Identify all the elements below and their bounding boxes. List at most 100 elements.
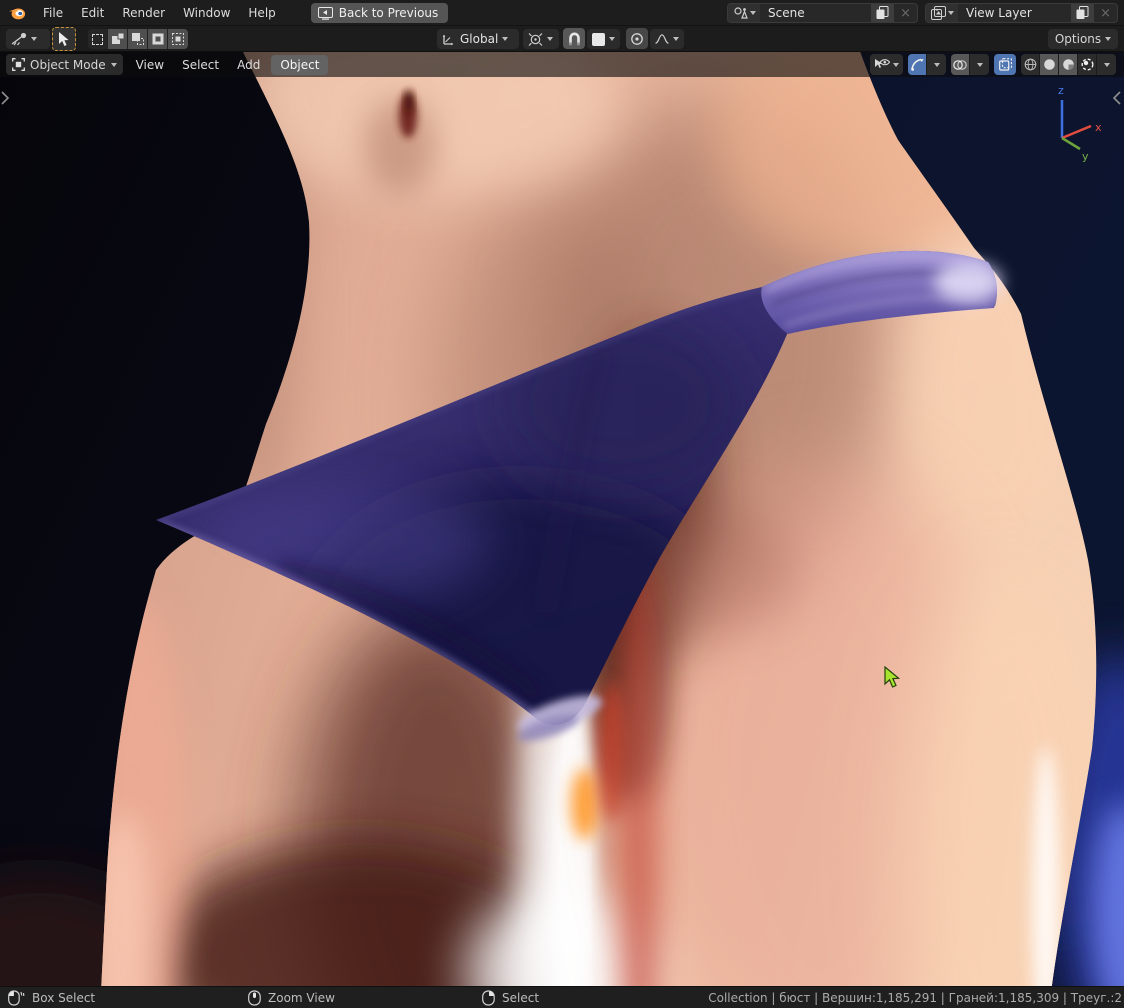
chevron-down-icon: [547, 37, 553, 41]
select-intersect-icon: [172, 33, 184, 45]
scene-name[interactable]: Scene: [760, 4, 871, 22]
gizmo-dropdown[interactable]: [927, 54, 946, 75]
mode-selector-button[interactable]: Object Mode: [6, 54, 123, 75]
scene-new-button[interactable]: [871, 4, 895, 22]
duplicate-icon: [876, 6, 889, 19]
menu-view[interactable]: View: [127, 53, 173, 77]
menu-help[interactable]: Help: [239, 1, 284, 26]
editor-3d-viewport-icon: [11, 32, 27, 46]
menu-file[interactable]: File: [34, 1, 72, 26]
select-mode-extend-button[interactable]: [108, 29, 128, 49]
scene-browse-segment[interactable]: [728, 4, 760, 22]
viewport-3d[interactable]: z x y Object Mode View Select Add Object: [0, 52, 1124, 986]
overlays-icon: [953, 59, 967, 70]
snap-toggle-button[interactable]: [563, 28, 585, 49]
tool-settings-bar: Global Options: [0, 26, 1124, 52]
select-mode-subtract-button[interactable]: [128, 29, 148, 49]
hint-select: Select: [482, 987, 539, 1008]
back-to-previous-label: Back to Previous: [338, 6, 439, 20]
shading-wireframe-button[interactable]: [1021, 54, 1040, 75]
view-layer-browse-segment[interactable]: [926, 4, 958, 22]
chevron-down-icon: [673, 37, 679, 41]
menu-add[interactable]: Add: [228, 53, 269, 77]
proportional-editing-toggle[interactable]: [626, 28, 648, 49]
snap-increment-icon: [592, 32, 605, 46]
view-layer-icon: [931, 6, 946, 20]
select-mode-intersect-button[interactable]: [168, 29, 188, 49]
select-mode-set-button[interactable]: [88, 29, 108, 49]
chevron-down-icon: [933, 62, 940, 67]
overlays-group: [951, 54, 989, 75]
scene-icon: [734, 7, 748, 19]
menu-render[interactable]: Render: [113, 1, 174, 26]
menu-edit[interactable]: Edit: [72, 1, 113, 26]
select-set-icon: [92, 33, 103, 45]
snap-target-button[interactable]: [587, 29, 620, 49]
object-type-visibility-button[interactable]: [870, 54, 903, 75]
axis-y-label: y: [1082, 150, 1089, 163]
chevron-down-icon: [976, 62, 983, 67]
scene-statistics: Collection | бюст | Вершин:1,185,291 | Г…: [708, 990, 1122, 1005]
cursor-select-icon: [59, 31, 69, 46]
show-gizmo-toggle[interactable]: [908, 54, 927, 75]
shading-rendered-button[interactable]: [1078, 54, 1097, 75]
transform-orientation-value: Global: [460, 32, 499, 46]
overlays-dropdown[interactable]: [970, 54, 989, 75]
options-button[interactable]: Options: [1048, 29, 1118, 49]
scene-unlink-button[interactable]: ×: [894, 4, 917, 22]
xray-wrap: [994, 54, 1016, 75]
shading-solid-button[interactable]: [1040, 54, 1059, 75]
menu-select[interactable]: Select: [173, 53, 228, 77]
show-overlays-toggle[interactable]: [951, 54, 970, 75]
select-extend-icon: [111, 33, 124, 44]
view-layer-selector[interactable]: View Layer ×: [925, 3, 1118, 23]
chevron-down-icon: [1105, 37, 1112, 41]
mouse-right-icon: [482, 989, 495, 1006]
view-layer-new-button[interactable]: [1071, 4, 1095, 22]
chevron-down-icon: [893, 62, 899, 67]
hint-label: Select: [502, 990, 540, 1005]
mouse-middle-icon: [248, 989, 261, 1006]
shading-solid-icon: [1043, 59, 1055, 70]
pivot-point-icon: [528, 32, 543, 46]
scene-selector[interactable]: Scene ×: [727, 3, 918, 23]
proportional-falloff-button[interactable]: [650, 29, 684, 49]
select-mode-invert-button[interactable]: [148, 29, 168, 49]
chevron-down-icon: [1103, 62, 1110, 67]
chevron-down-icon: [750, 11, 756, 15]
object-mode-icon: [12, 58, 25, 71]
chevron-down-icon: [502, 37, 509, 41]
menu-object[interactable]: Object: [271, 54, 329, 75]
options-label: Options: [1054, 32, 1102, 46]
proportional-editing-icon: [631, 32, 643, 45]
view-layer-name[interactable]: View Layer: [958, 4, 1071, 22]
back-to-previous-button[interactable]: Back to Previous: [310, 3, 449, 23]
axis-x-label: x: [1095, 121, 1102, 134]
hint-label: Box Select: [32, 990, 96, 1005]
orientation-axes-icon: [442, 34, 453, 45]
toggle-xray-button[interactable]: [994, 54, 1016, 75]
gizmo-group: [908, 54, 946, 75]
pivot-point-button[interactable]: [523, 29, 559, 49]
shading-material-icon: [1062, 59, 1074, 70]
editor-type-button[interactable]: [6, 29, 50, 49]
shading-material-button[interactable]: [1059, 54, 1078, 75]
view-layer-remove-button[interactable]: ×: [1094, 4, 1117, 22]
viewport-render[interactable]: z x y: [0, 52, 1124, 986]
viewport-header: Object Mode View Select Add Object: [0, 52, 1124, 77]
mode-selector-label: Object Mode: [30, 57, 106, 72]
chevron-down-icon: [609, 37, 615, 41]
menu-window[interactable]: Window: [174, 1, 239, 26]
status-bar: Box Select Zoom View Select Collection |…: [0, 986, 1124, 1008]
shading-dropdown[interactable]: [1097, 54, 1116, 75]
transform-orientation-button[interactable]: Global: [437, 29, 519, 49]
select-subtract-icon: [131, 33, 144, 45]
active-tool-select-box[interactable]: [52, 27, 76, 51]
falloff-curve-icon: [655, 34, 669, 44]
blender-window: File Edit Render Window Help Back to Pre…: [0, 0, 1124, 1008]
hint-label: Zoom View: [268, 990, 335, 1005]
mouse-left-drag-icon: [8, 989, 25, 1006]
blender-logo-icon: [8, 8, 26, 20]
shading-rendered-icon: [1080, 58, 1094, 71]
gizmo-icon: [910, 58, 923, 71]
